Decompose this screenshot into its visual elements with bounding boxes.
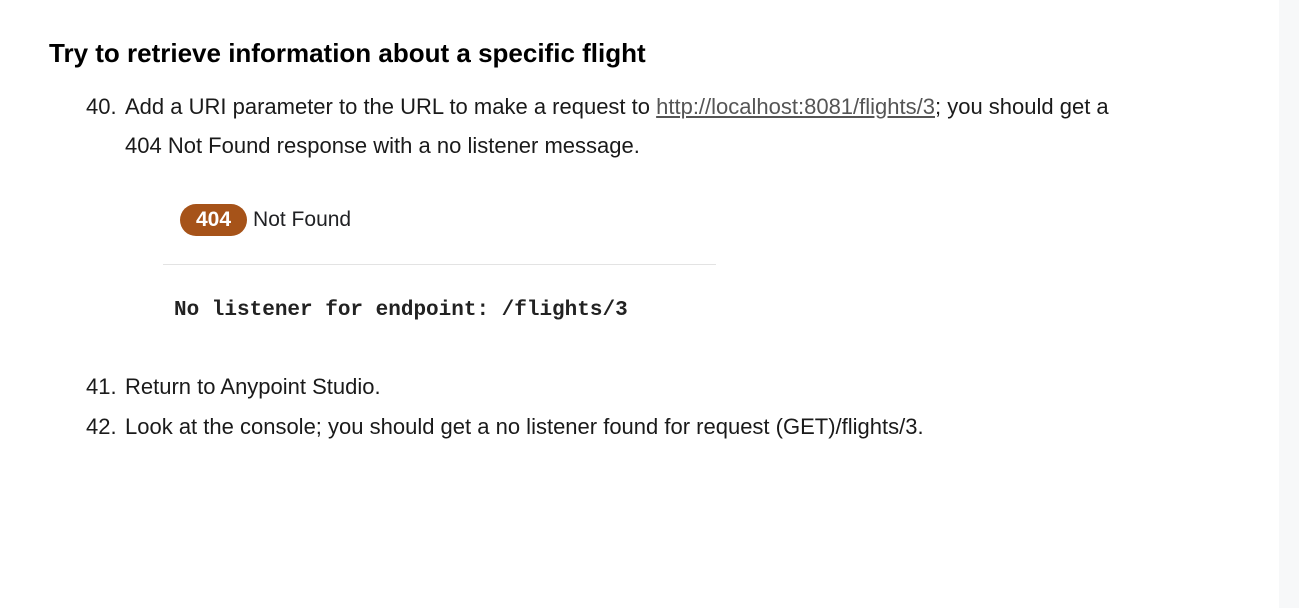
response-panel: 404 Not Found No listener for endpoint: … xyxy=(163,196,716,336)
section-heading: Try to retrieve information about a spec… xyxy=(49,38,646,68)
step-40-line-1: 40. Add a URI parameter to the URL to mak… xyxy=(86,87,1196,126)
response-divider xyxy=(163,264,716,265)
right-scroll-gutter xyxy=(1279,0,1299,608)
status-row: 404 Not Found xyxy=(180,203,351,237)
status-code-badge: 404 xyxy=(180,204,248,236)
step-40-line-2: 404 Not Found response with a no listene… xyxy=(125,133,640,158)
step-40-number: 40. xyxy=(86,94,117,119)
status-text: Not Found xyxy=(253,208,352,231)
step-42-number: 42. xyxy=(86,414,117,439)
step-40-text-after-link: ; you should get a xyxy=(934,94,1109,119)
step-41-text: Return to Anypoint Studio. xyxy=(125,374,381,399)
step-42-text: Look at the console; you should get a no… xyxy=(125,414,924,439)
response-body-text: No listener for endpoint: /flights/3 xyxy=(174,299,628,322)
step-41: 41. Return to Anypoint Studio. xyxy=(86,367,381,406)
step-40-text-before-link: Add a URI parameter to the URL to make a… xyxy=(125,94,657,119)
step-41-number: 41. xyxy=(86,374,117,399)
localhost-flights-link[interactable]: http://localhost:8081/flights/3 xyxy=(656,94,935,119)
step-42: 42. Look at the console; you should get a… xyxy=(86,407,924,446)
step-40: 40. Add a URI parameter to the URL to mak… xyxy=(86,87,1196,165)
